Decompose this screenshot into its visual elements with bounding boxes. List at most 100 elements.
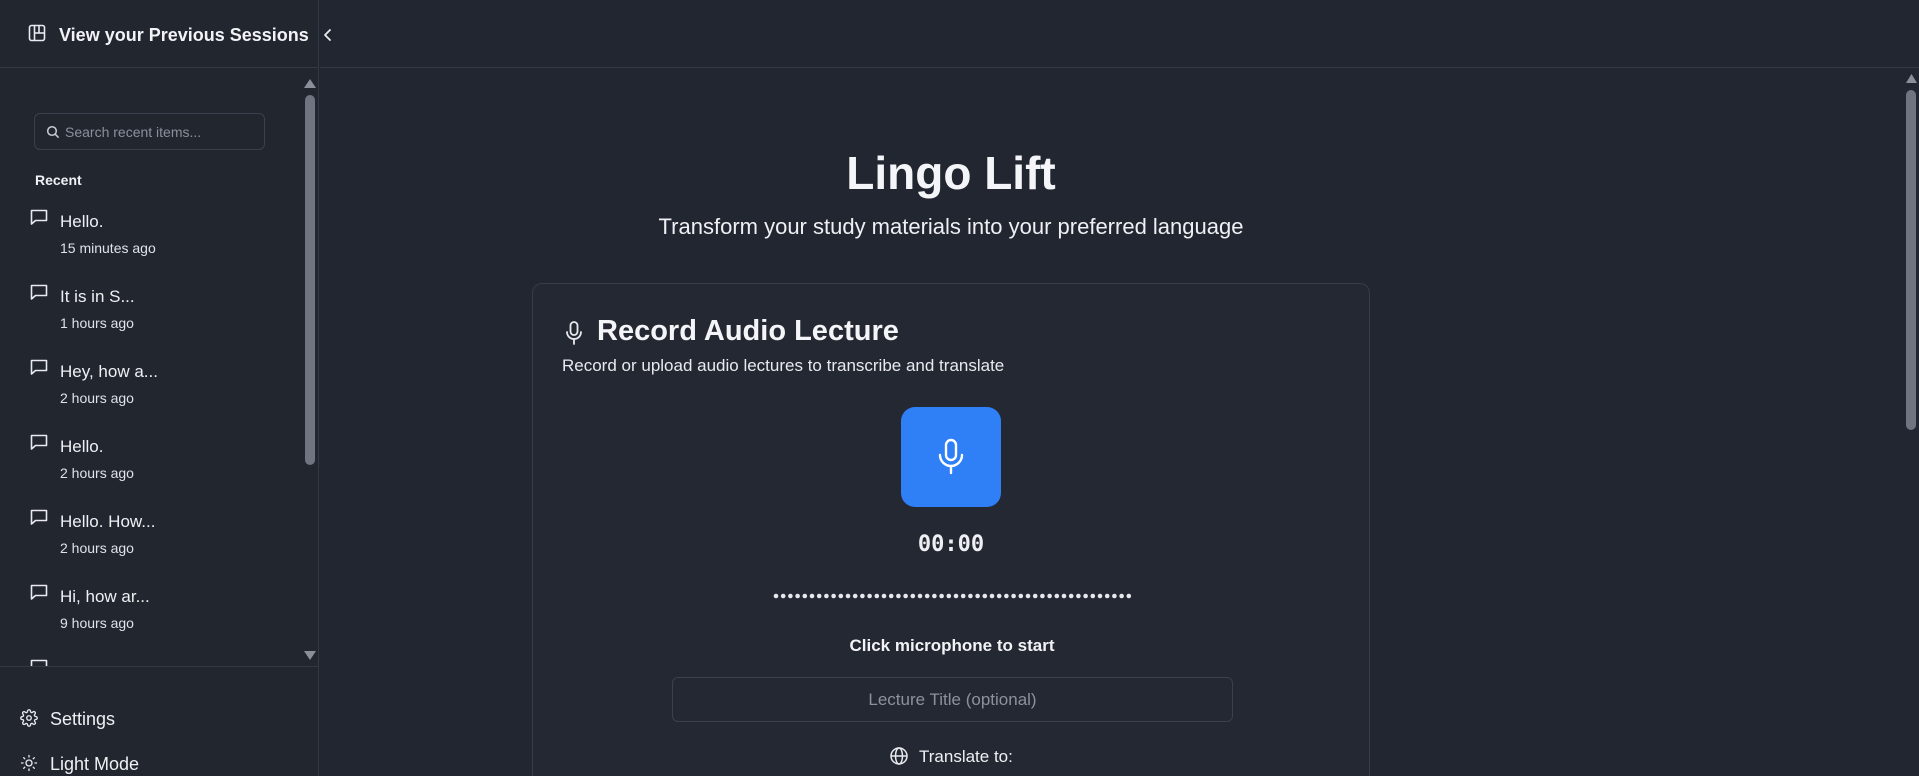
chat-bubble-icon <box>30 509 48 525</box>
waveform-dot <box>1104 593 1110 599</box>
waveform-dot <box>975 593 980 599</box>
microphone-icon <box>566 321 582 345</box>
waveform-dot <box>874 593 880 599</box>
waveform-dot <box>1097 593 1103 599</box>
waveform-dot <box>780 593 786 599</box>
waveform-placeholder <box>773 593 1131 599</box>
chat-bubble-icon <box>30 359 48 375</box>
session-list: Hello. 15 minutes ago It is in S... 1 ho… <box>0 198 300 666</box>
waveform-dot <box>1040 593 1045 599</box>
session-time: 1 hours ago <box>60 315 134 331</box>
waveform-dot <box>1018 593 1024 599</box>
scroll-up-arrow-icon[interactable] <box>303 78 317 89</box>
waveform-dot <box>802 593 808 599</box>
waveform-dot <box>773 593 779 599</box>
waveform-dot <box>960 593 966 599</box>
waveform-dot <box>881 593 887 599</box>
waveform-dot <box>816 593 822 599</box>
sidebar: View your Previous Sessions Recent Hello… <box>0 0 319 776</box>
waveform-dot <box>1025 593 1031 599</box>
session-item[interactable]: Hi, how ar... 9 hours ago <box>0 573 300 637</box>
waveform-dot <box>1011 593 1016 599</box>
waveform-dot <box>917 593 923 599</box>
recent-heading: Recent <box>35 172 82 188</box>
waveform-dot <box>1032 593 1038 599</box>
chat-bubble-icon <box>30 434 48 450</box>
waveform-dot <box>996 593 1002 599</box>
session-item[interactable]: Hello. 2 hours ago <box>0 423 300 487</box>
waveform-dot <box>982 593 988 599</box>
record-button[interactable] <box>901 407 1001 507</box>
session-title: Hi, how ar... <box>60 587 150 606</box>
card-description: Record or upload audio lectures to trans… <box>562 356 1005 375</box>
chevron-left-icon[interactable] <box>320 26 336 44</box>
session-item[interactable]: It is in S... 1 hours ago <box>0 273 300 337</box>
sidebar-footer: Settings Light Mode <box>0 666 319 776</box>
waveform-dot <box>924 593 930 599</box>
waveform-dot <box>860 593 865 599</box>
main-scroll-thumb[interactable] <box>1906 90 1916 430</box>
session-title: Hello. <box>60 437 104 456</box>
waveform-dot <box>1090 593 1096 599</box>
session-item-partial[interactable] <box>0 648 300 666</box>
waveform-dot <box>831 593 836 599</box>
translate-row: Translate to: <box>533 744 1371 770</box>
waveform-dot <box>1119 593 1124 599</box>
waveform-dot <box>845 593 851 599</box>
session-time: 9 hours ago <box>60 615 134 631</box>
session-time: 15 minutes ago <box>60 240 156 256</box>
session-time: 2 hours ago <box>60 390 134 406</box>
waveform-dot <box>946 593 952 599</box>
search-icon <box>46 125 60 139</box>
search-input[interactable] <box>65 122 257 142</box>
sidebar-scroll-thumb[interactable] <box>305 95 315 465</box>
waveform-dot <box>867 593 872 599</box>
lecture-title-input[interactable] <box>672 677 1233 722</box>
waveform-dot <box>1061 593 1067 599</box>
waveform-dot <box>903 593 908 599</box>
session-item[interactable]: Hello. 15 minutes ago <box>0 198 300 262</box>
chat-bubble-icon <box>30 584 48 600</box>
session-time: 2 hours ago <box>60 540 134 556</box>
scroll-up-arrow-icon[interactable] <box>1905 73 1918 84</box>
sidebar-header: View your Previous Sessions <box>0 0 319 68</box>
session-item[interactable]: Hello. How... 2 hours ago <box>0 498 300 562</box>
chat-bubble-icon <box>30 209 48 225</box>
sun-icon <box>20 754 38 772</box>
card-title: Record Audio Lecture <box>597 315 899 347</box>
microphone-icon <box>938 438 964 475</box>
waveform-dot <box>896 593 901 599</box>
session-title: It is in S... <box>60 287 135 306</box>
waveform-dot <box>809 593 815 599</box>
session-title: Hello. <box>60 212 104 231</box>
waveform-dot <box>953 593 959 599</box>
sidebar-title[interactable]: View your Previous Sessions <box>59 25 309 46</box>
page-title: Lingo Lift <box>846 147 1056 199</box>
waveform-dot <box>838 593 844 599</box>
theme-toggle-button[interactable]: Light Mode <box>0 743 319 776</box>
chat-bubble-icon <box>30 659 48 666</box>
waveform-dot <box>795 593 800 599</box>
recording-timer: 00:00 <box>917 532 985 557</box>
globe-icon <box>890 747 908 765</box>
waveform-dot <box>910 593 916 599</box>
waveform-dot <box>1126 593 1131 599</box>
translate-label: Translate to: <box>919 747 1013 766</box>
search-box <box>34 113 265 150</box>
session-item[interactable]: Hey, how a... 2 hours ago <box>0 348 300 412</box>
record-audio-card: Record Audio Lecture Record or upload au… <box>532 283 1370 776</box>
waveform-dot <box>939 593 944 599</box>
settings-label: Settings <box>50 709 116 729</box>
page-subtitle: Transform your study materials into your… <box>658 214 1244 239</box>
settings-button[interactable]: Settings <box>0 698 319 738</box>
waveform-dot <box>852 593 858 599</box>
theme-label: Light Mode <box>50 754 140 774</box>
waveform-dot <box>1054 593 1060 599</box>
topbar-divider <box>320 67 1919 68</box>
waveform-dot <box>1112 593 1117 599</box>
scroll-down-arrow-icon[interactable] <box>303 650 317 661</box>
waveform-dot <box>1047 593 1052 599</box>
waveform-dot <box>1068 593 1074 599</box>
gear-icon <box>20 709 38 727</box>
waveform-dot <box>1076 593 1081 599</box>
